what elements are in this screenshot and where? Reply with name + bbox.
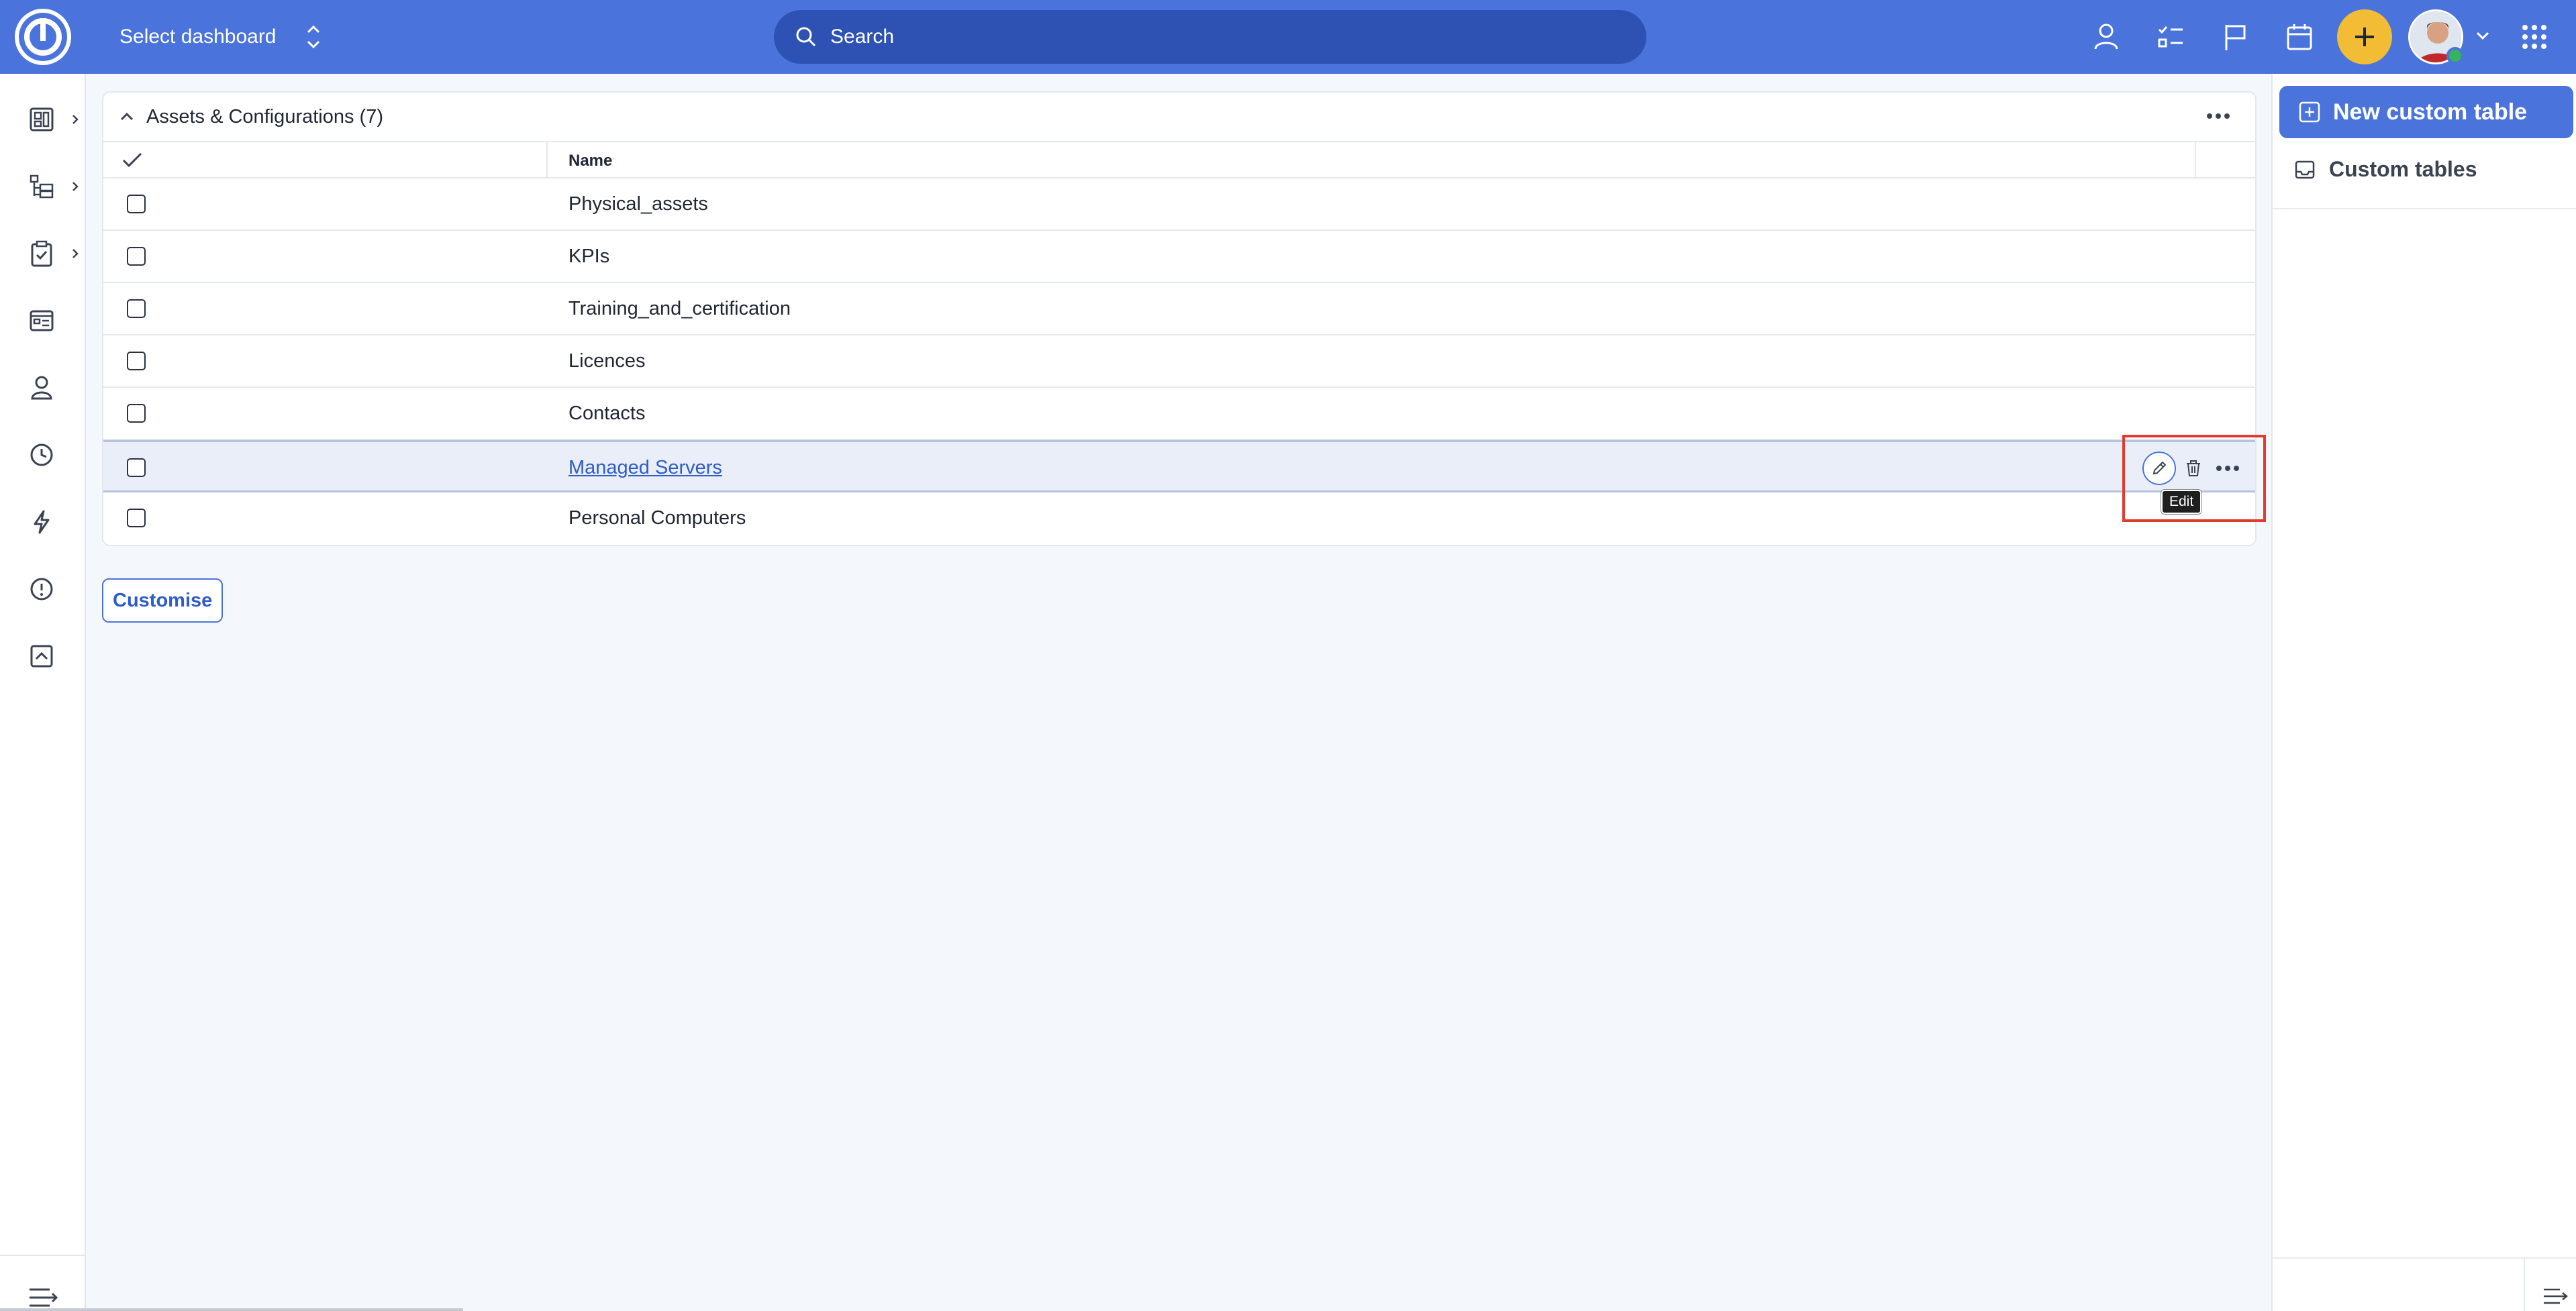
inbox-icon (2295, 160, 2315, 178)
column-header-name[interactable]: Name (568, 152, 612, 170)
panel-title: Assets & Configurations (7) (146, 105, 383, 127)
panel-header[interactable]: Assets & Configurations (7) (103, 93, 2255, 141)
table-header: Name (103, 141, 2255, 178)
search-input[interactable]: Search (774, 10, 1646, 64)
row-name: KPIs (568, 246, 610, 267)
chevron-down-icon[interactable] (2473, 25, 2493, 46)
dashboard-selector-label: Select dashboard (119, 25, 277, 48)
online-status-icon (2446, 47, 2464, 64)
apps-grid-icon[interactable] (2517, 19, 2552, 54)
checklist-icon[interactable] (2153, 19, 2188, 54)
custom-tables-label: Custom tables (2329, 157, 2477, 181)
chevron-right-icon[interactable] (68, 113, 82, 126)
chevron-right-icon[interactable] (68, 180, 82, 193)
left-sidebar (0, 74, 86, 1311)
column-divider (2195, 142, 2196, 178)
user-icon[interactable] (27, 373, 60, 407)
column-divider (546, 142, 548, 178)
app-logo-icon[interactable] (15, 9, 71, 65)
collapse-sidebar-icon[interactable] (2541, 1281, 2571, 1311)
horizontal-scrollbar[interactable] (0, 1308, 463, 1311)
row-checkbox[interactable] (127, 247, 146, 266)
expand-sidebar-icon[interactable] (27, 1280, 62, 1311)
table-row[interactable]: Training_and_certification (103, 283, 2255, 335)
custom-tables-link[interactable]: Custom tables (2294, 157, 2477, 182)
new-custom-table-label: New custom table (2333, 99, 2528, 125)
row-checkbox[interactable] (127, 195, 146, 213)
chart-box-icon[interactable] (27, 641, 60, 675)
row-name: Personal Computers (568, 507, 746, 529)
table-row[interactable]: KPIs (103, 231, 2255, 283)
chevron-right-icon[interactable] (68, 247, 82, 260)
plus-icon (2355, 28, 2374, 46)
plus-square-icon (2299, 101, 2320, 123)
row-checkbox[interactable] (127, 352, 146, 370)
custom-tables-table: Name Physical_assets KPIs Training_and_c… (103, 141, 2255, 545)
form-icon[interactable] (27, 306, 60, 339)
lightning-icon[interactable] (27, 507, 60, 541)
customise-button[interactable]: Customise (102, 578, 224, 623)
chevron-up-icon[interactable] (118, 108, 136, 125)
row-name-link[interactable]: Managed Servers (568, 457, 722, 479)
assets-panel: Assets & Configurations (7) Name Physica… (102, 91, 2257, 546)
user-icon[interactable] (2089, 19, 2124, 54)
dashboard-selector[interactable]: Select dashboard (119, 0, 324, 74)
table-row[interactable]: Physical_assets (103, 178, 2255, 231)
table-row[interactable]: Contacts (103, 388, 2255, 440)
clipboard-check-icon[interactable] (27, 239, 60, 272)
new-custom-table-button[interactable]: New custom table (2279, 86, 2573, 138)
search-placeholder: Search (830, 25, 895, 48)
add-button[interactable] (2337, 9, 2392, 64)
more-options-icon[interactable] (2201, 106, 2235, 126)
select-all-check-icon[interactable] (121, 150, 144, 170)
row-name: Licences (568, 350, 646, 372)
row-name: Physical_assets (568, 193, 708, 215)
flag-icon[interactable] (2218, 19, 2252, 54)
row-checkbox[interactable] (127, 509, 146, 527)
search-icon (796, 27, 816, 47)
row-name: Training_and_certification (568, 298, 791, 319)
row-checkbox[interactable] (127, 458, 146, 477)
sort-chevrons-icon (307, 25, 319, 49)
edit-tooltip: Edit (2161, 490, 2202, 514)
dashboard-icon[interactable] (27, 105, 60, 138)
alert-icon[interactable] (27, 574, 60, 608)
row-checkbox[interactable] (127, 299, 146, 318)
table-row[interactable]: Personal Computers (103, 492, 2255, 545)
row-checkbox[interactable] (127, 404, 146, 423)
calendar-icon[interactable] (2282, 19, 2317, 54)
clock-icon[interactable] (27, 440, 60, 474)
divider (2273, 1257, 2576, 1259)
divider (2524, 1257, 2525, 1311)
row-name: Contacts (568, 403, 646, 424)
tree-list-icon[interactable] (27, 172, 60, 205)
table-row[interactable]: Licences (103, 335, 2255, 388)
table-row-hovered[interactable]: Managed Servers (103, 440, 2255, 492)
top-bar: Select dashboard Search (0, 0, 2576, 74)
divider (2273, 208, 2576, 209)
right-sidebar: New custom table Custom tables (2271, 74, 2576, 1311)
sidebar-divider (0, 1255, 85, 1256)
